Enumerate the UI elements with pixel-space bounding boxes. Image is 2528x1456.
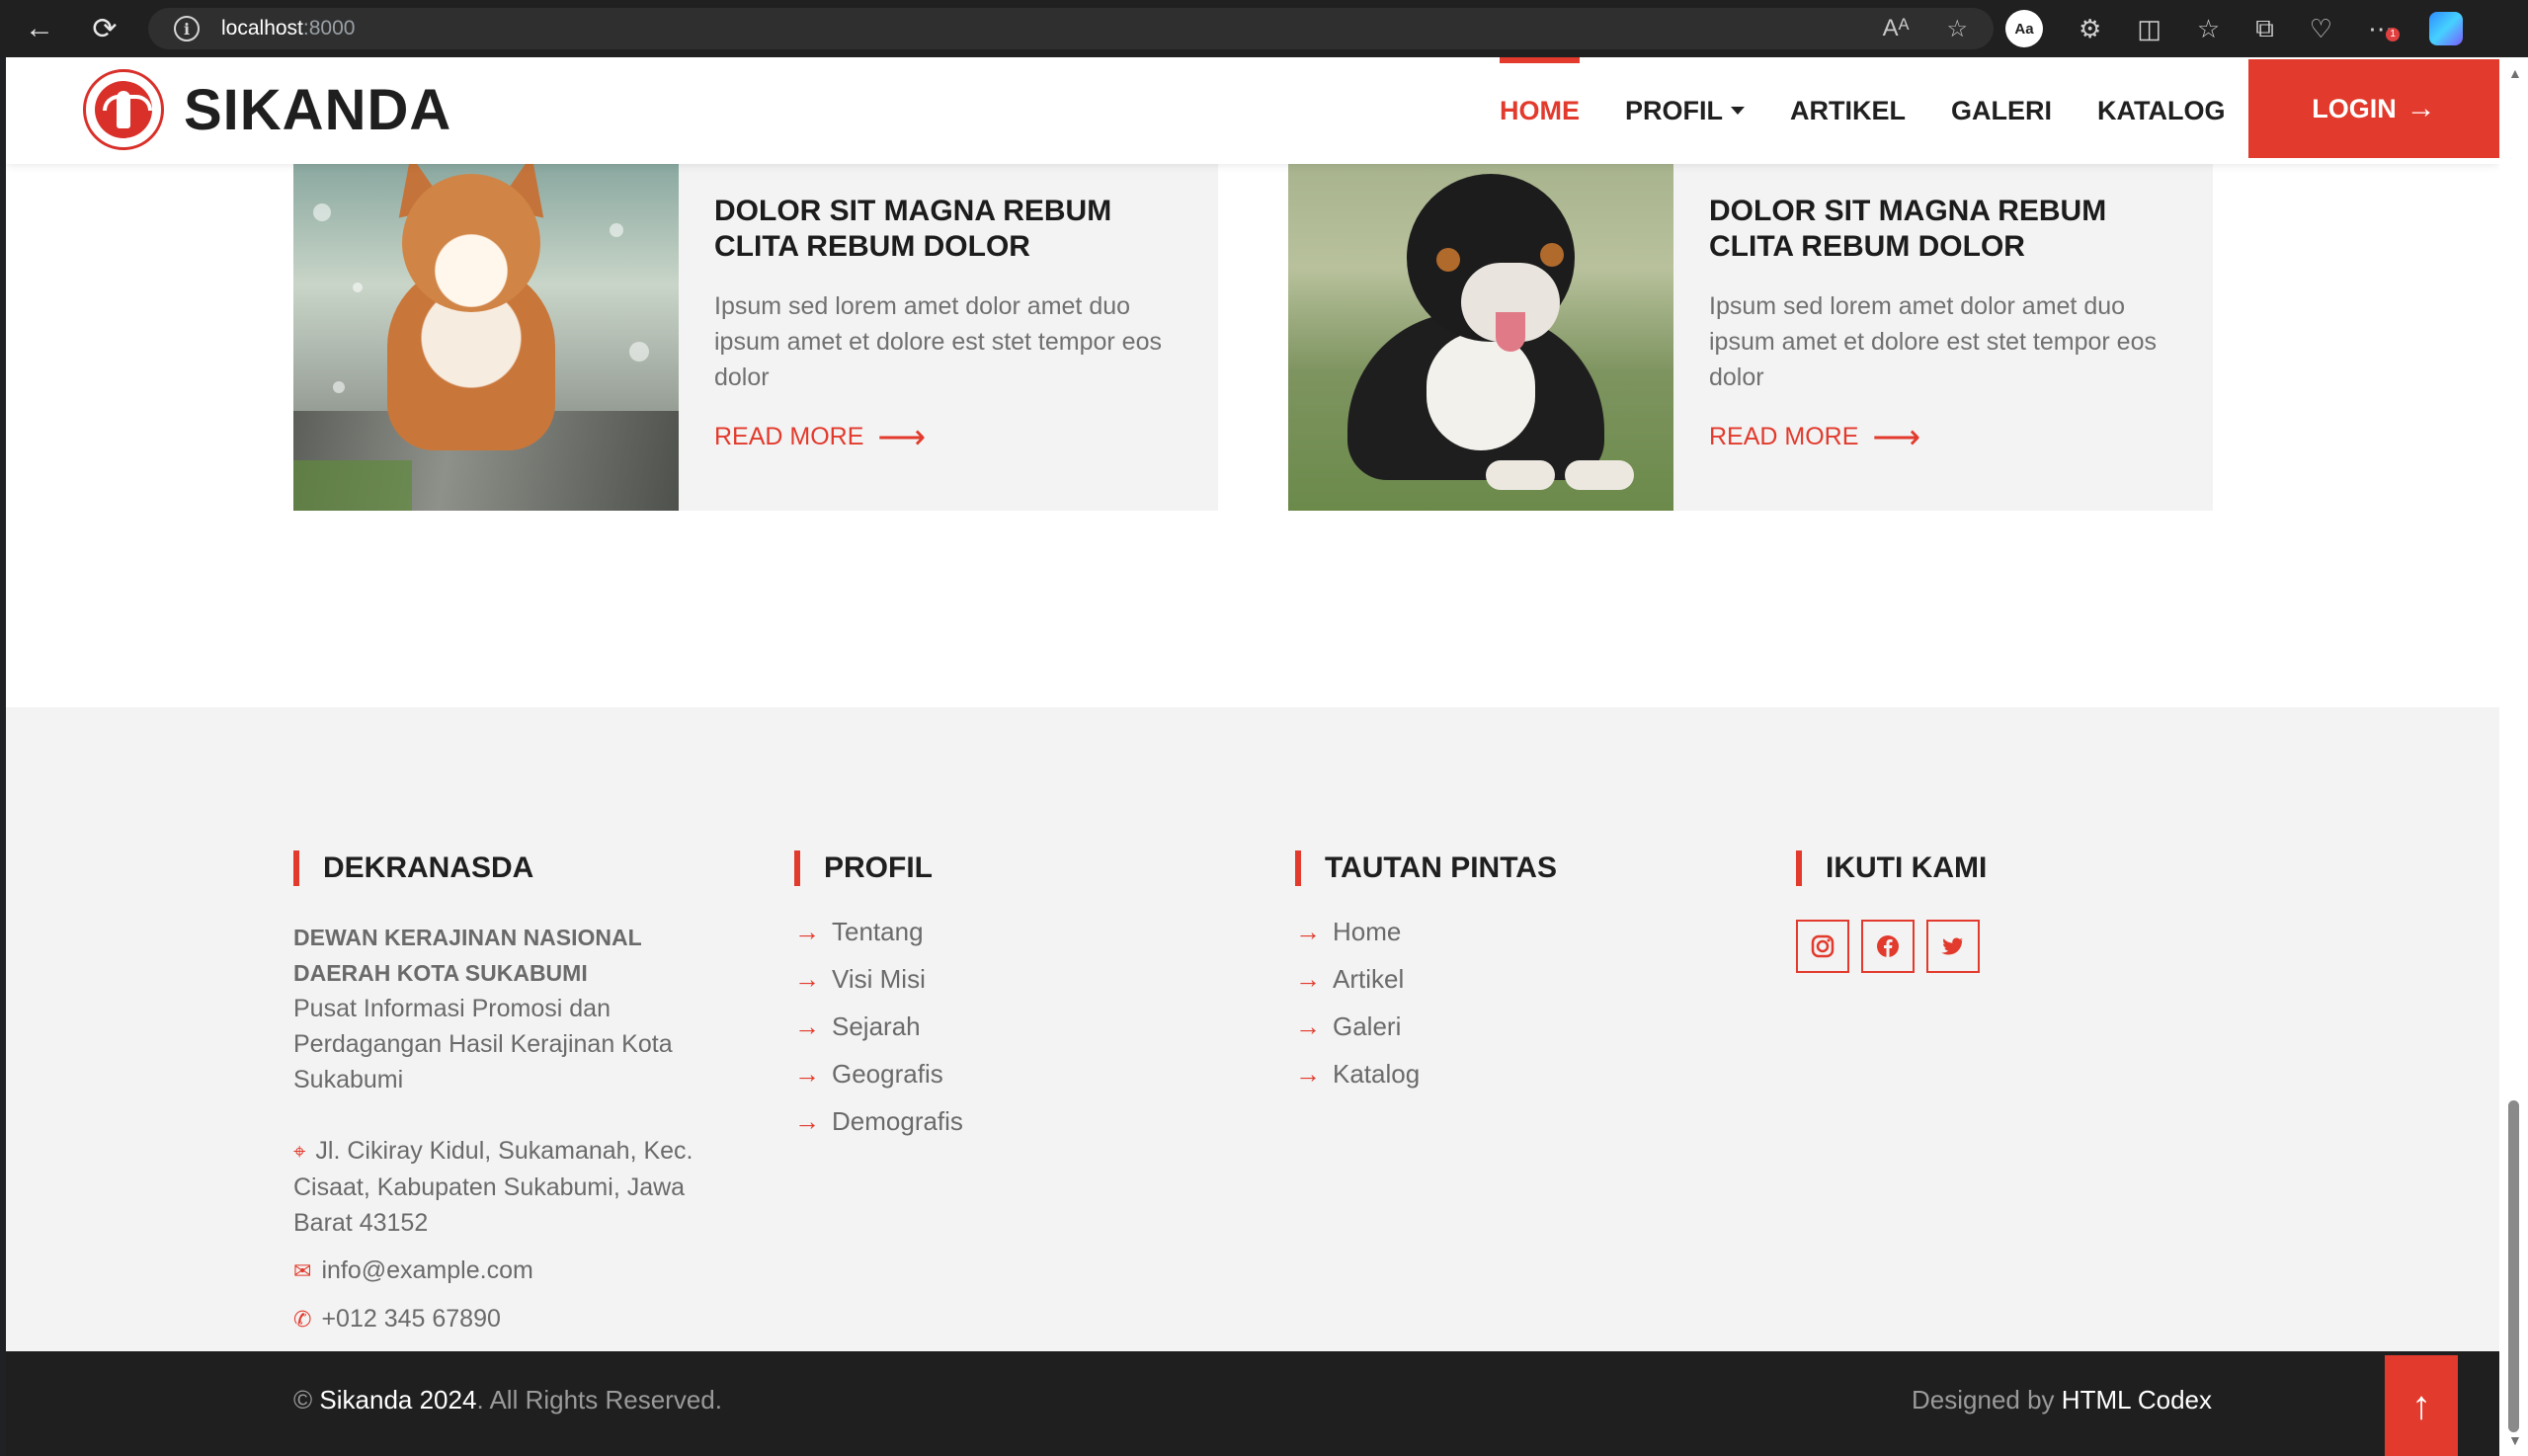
arrow-up-icon: ↑: [2411, 1383, 2431, 1427]
arrow-right-icon: →: [794, 1106, 820, 1136]
browser-toolbar: ← ⟳ i localhost:8000 Aᴬ ☆ Aa ⚙ ◫ ☆ ⧉ ♡ ⋯…: [0, 0, 2528, 57]
footer-link-tentang[interactable]: → Tentang: [794, 908, 963, 955]
site-navbar: SIKANDA HOME PROFIL ARTIKEL GALERI KATAL…: [6, 57, 2499, 164]
org-name: DEWAN KERAJINAN NASIONAL DAERAH KOTA SUK…: [293, 925, 642, 986]
copyright-text: © Sikanda 2024. All Rights Reserved.: [293, 1385, 722, 1415]
footer-link-katalog[interactable]: → Katalog: [1295, 1050, 1557, 1097]
read-more-link[interactable]: READ MORE ⟶: [1709, 418, 2177, 456]
arrow-right-icon: →: [794, 1059, 820, 1089]
designer-link[interactable]: HTML Codex: [2062, 1385, 2212, 1415]
article-description: Ipsum sed lorem amet dolor amet duo ipsu…: [714, 292, 1162, 391]
footer-link-demografis[interactable]: → Demografis: [794, 1097, 963, 1145]
collections-icon[interactable]: ⧉: [2255, 13, 2274, 44]
more-menu-icon[interactable]: ⋯ 1: [2368, 14, 2401, 44]
read-aloud-icon[interactable]: Aᴬ: [1883, 15, 1910, 42]
footer-col-social: IKUTI KAMI: [1796, 850, 1987, 973]
footer-heading: IKUTI KAMI: [1796, 850, 1987, 886]
address: ⌖ Jl. Cikiray Kidul, Sukamanah, Kec. Cisa…: [293, 1137, 693, 1237]
favorites-icon[interactable]: ☆: [2197, 14, 2220, 44]
envelope-icon: ✉: [293, 1258, 312, 1283]
back-to-top-button[interactable]: ↑: [2385, 1355, 2458, 1456]
arrow-right-icon: →: [2406, 92, 2436, 124]
dropdown-caret-icon: [1731, 107, 1745, 115]
copyright-brand-link[interactable]: Sikanda 2024: [319, 1385, 476, 1415]
arrow-right-icon: →: [1295, 1059, 1321, 1089]
footer-link-visi-misi[interactable]: → Visi Misi: [794, 955, 963, 1003]
page-scrollbar[interactable]: ▲ ▼: [2499, 57, 2528, 1456]
extensions-icon[interactable]: ⚙: [2079, 14, 2101, 44]
facebook-icon[interactable]: [1861, 920, 1915, 973]
site-footer: DEKRANASDA DEWAN KERAJINAN NASIONAL DAER…: [6, 707, 2499, 1409]
arrow-right-icon: →: [1295, 964, 1321, 994]
nav-artikel[interactable]: ARTIKEL: [1790, 57, 1906, 164]
copyright-bar: © Sikanda 2024. All Rights Reserved. Des…: [6, 1351, 2499, 1456]
reader-profile-icon[interactable]: Aa: [2005, 10, 2043, 47]
scroll-down-icon[interactable]: ▼: [2508, 1432, 2522, 1448]
phone[interactable]: ✆ +012 345 67890: [293, 1301, 728, 1337]
read-more-link[interactable]: READ MORE ⟶: [714, 418, 1182, 456]
org-tagline: Pusat Informasi Promosi dan Perdagangan …: [293, 995, 673, 1093]
arrow-right-icon: →: [1295, 1011, 1321, 1041]
footer-col-tautan: TAUTAN PINTAS → Home → Artikel → Galeri → Ka…: [1295, 850, 1557, 1097]
footer-link-geografis[interactable]: → Geografis: [794, 1050, 963, 1097]
reload-icon[interactable]: ⟳: [85, 9, 124, 48]
favorite-star-icon[interactable]: ☆: [1946, 15, 1968, 43]
copilot-icon[interactable]: [2429, 12, 2464, 45]
split-screen-icon[interactable]: ◫: [2137, 14, 2161, 44]
article-image-dog[interactable]: [1288, 164, 1673, 511]
scroll-up-icon[interactable]: ▲: [2508, 65, 2522, 81]
article-title[interactable]: DOLOR SIT MAGNA REBUM CLITA REBUM DOLOR: [714, 194, 1182, 265]
phone-icon: ✆: [293, 1307, 312, 1332]
article-image-corgi[interactable]: [293, 164, 679, 511]
designer-credit: Designed by HTML Codex: [1912, 1385, 2212, 1415]
article-title[interactable]: DOLOR SIT MAGNA REBUM CLITA REBUM DOLOR: [1709, 194, 2177, 265]
scrollbar-thumb[interactable]: [2508, 1100, 2519, 1432]
arrow-right-icon: →: [794, 1011, 820, 1041]
long-arrow-right-icon: ⟶: [877, 418, 927, 456]
footer-link-artikel[interactable]: → Artikel: [1295, 955, 1557, 1003]
url-text[interactable]: localhost:8000: [221, 17, 355, 40]
dekranasda-logo: [83, 69, 164, 150]
notification-badge: 1: [2386, 27, 2401, 41]
footer-link-galeri[interactable]: → Galeri: [1295, 1003, 1557, 1050]
nav-katalog[interactable]: KATALOG: [2097, 57, 2225, 164]
footer-link-home[interactable]: → Home: [1295, 908, 1557, 955]
article-card: DOLOR SIT MAGNA REBUM CLITA REBUM DOLOR …: [1288, 164, 2213, 511]
nav-profil[interactable]: PROFIL: [1625, 57, 1745, 164]
email[interactable]: ✉ info@example.com: [293, 1253, 728, 1289]
article-section: DOLOR SIT MAGNA REBUM CLITA REBUM DOLOR …: [6, 164, 2499, 707]
footer-heading: PROFIL: [794, 850, 963, 886]
map-marker-icon: ⌖: [293, 1139, 306, 1164]
footer-heading: TAUTAN PINTAS: [1295, 850, 1557, 886]
login-button[interactable]: LOGIN →: [2248, 59, 2499, 158]
long-arrow-right-icon: ⟶: [1872, 418, 1921, 456]
back-arrow-icon[interactable]: ←: [20, 9, 59, 48]
address-bar[interactable]: i localhost:8000 Aᴬ ☆: [148, 8, 1994, 49]
arrow-right-icon: →: [794, 964, 820, 994]
arrow-right-icon: →: [1295, 917, 1321, 946]
brand-name: SIKANDA: [184, 77, 452, 142]
brand[interactable]: SIKANDA: [83, 69, 451, 150]
main-menu: HOME PROFIL ARTIKEL GALERI KATALOG: [1500, 57, 2271, 164]
article-description: Ipsum sed lorem amet dolor amet duo ipsu…: [1709, 292, 2157, 391]
nav-galeri[interactable]: GALERI: [1951, 57, 2052, 164]
page-viewport: SIKANDA HOME PROFIL ARTIKEL GALERI KATAL…: [6, 57, 2499, 1456]
footer-link-sejarah[interactable]: → Sejarah: [794, 1003, 963, 1050]
twitter-icon[interactable]: [1926, 920, 1980, 973]
footer-col-dekranasda: DEKRANASDA DEWAN KERAJINAN NASIONAL DAER…: [293, 850, 728, 1337]
site-info-icon[interactable]: i: [174, 16, 200, 41]
nav-home[interactable]: HOME: [1500, 57, 1580, 164]
browser-essentials-icon[interactable]: ♡: [2310, 14, 2332, 44]
footer-heading: DEKRANASDA: [293, 850, 728, 886]
footer-col-profil: PROFIL → Tentang → Visi Misi → Sejarah → Geo…: [794, 850, 963, 1145]
instagram-icon[interactable]: [1796, 920, 1849, 973]
article-card: DOLOR SIT MAGNA REBUM CLITA REBUM DOLOR …: [293, 164, 1218, 511]
arrow-right-icon: →: [794, 917, 820, 946]
